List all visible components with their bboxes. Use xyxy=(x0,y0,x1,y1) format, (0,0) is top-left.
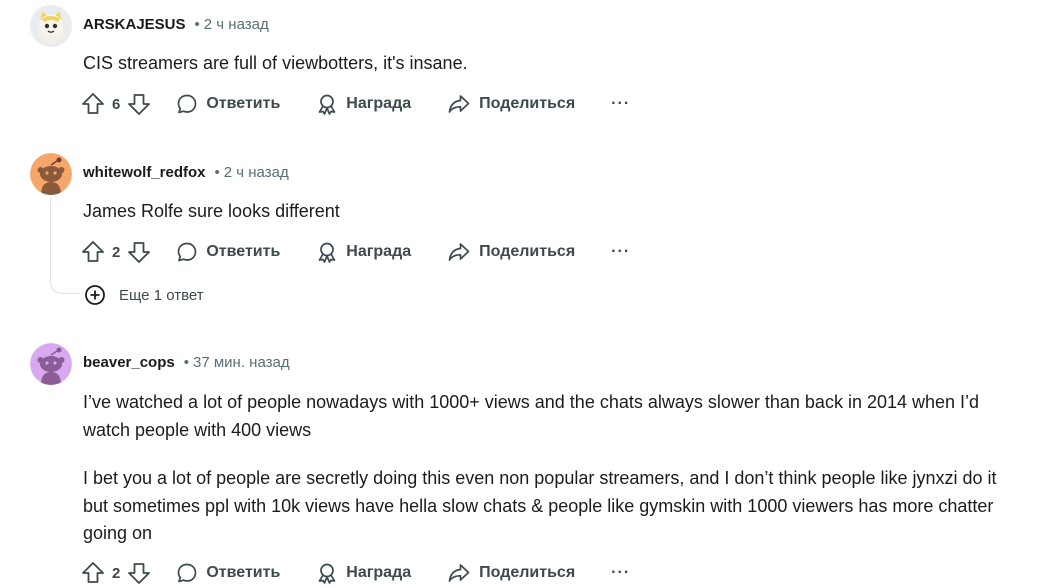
award-button[interactable]: Награда xyxy=(316,562,411,584)
comment-paragraph: James Rolfe sure looks different xyxy=(83,201,340,221)
avatar[interactable] xyxy=(30,153,72,195)
vote-group: 6 xyxy=(80,91,152,117)
comment-meta: beaver_cops • 37 мин. назад xyxy=(83,353,290,373)
downvote-arrow-icon[interactable] xyxy=(126,560,152,586)
downvote-arrow-icon[interactable] xyxy=(126,239,152,265)
reply-label: Ответить xyxy=(206,564,281,581)
reply-label: Ответить xyxy=(206,243,281,260)
speech-bubble-icon xyxy=(177,94,197,114)
comment-body: I’ve watched a lot of people nowadays wi… xyxy=(83,389,1023,548)
share-label: Поделиться xyxy=(479,243,576,260)
share-button[interactable]: Поделиться xyxy=(447,93,575,115)
award-ribbon-icon xyxy=(318,242,336,263)
vote-count: 2 xyxy=(112,564,121,582)
award-button[interactable]: Награда xyxy=(316,93,411,115)
award-ribbon-icon xyxy=(318,94,336,115)
comment-body: James Rolfe sure looks different xyxy=(83,198,1023,226)
award-button[interactable]: Награда xyxy=(316,241,411,263)
comment-meta: ARSKAJESUS • 2 ч назад xyxy=(83,15,269,35)
plus-circle-icon xyxy=(85,285,105,305)
more-options-button[interactable]: ··· xyxy=(611,243,630,261)
speech-bubble-icon xyxy=(177,242,197,262)
award-label: Награда xyxy=(346,95,412,112)
snoo-cat-avatar-icon xyxy=(30,5,72,47)
share-button[interactable]: Поделиться xyxy=(447,241,575,263)
speech-bubble-icon xyxy=(177,563,197,583)
separator-dot: • xyxy=(214,164,220,181)
more-replies-button[interactable]: Еще 1 ответ xyxy=(84,284,204,306)
reply-label: Ответить xyxy=(206,95,281,112)
upvote-arrow-icon[interactable] xyxy=(80,560,106,586)
comment-actions: 2 Ответить Награда Поделиться ··· xyxy=(80,559,630,587)
share-arrow-icon xyxy=(448,95,470,113)
vote-group: 2 xyxy=(80,239,152,265)
reply-button[interactable]: Ответить xyxy=(176,562,280,584)
reply-button[interactable]: Ответить xyxy=(176,241,280,263)
timestamp[interactable]: 2 ч назад xyxy=(224,164,289,181)
award-label: Награда xyxy=(346,564,412,581)
share-label: Поделиться xyxy=(479,564,576,581)
share-arrow-icon xyxy=(448,243,470,261)
author-name[interactable]: beaver_cops xyxy=(83,354,175,371)
share-label: Поделиться xyxy=(479,95,576,112)
author-name[interactable]: whitewolf_redfox xyxy=(83,164,206,181)
comment-body: CIS streamers are full of viewbotters, i… xyxy=(83,50,1023,78)
comment-actions: 6 Ответить Награда Поделиться ··· xyxy=(80,90,630,118)
more-options-button[interactable]: ··· xyxy=(611,95,630,113)
upvote-arrow-icon[interactable] xyxy=(80,239,106,265)
vote-count: 2 xyxy=(112,243,121,261)
comment-paragraph: I’ve watched a lot of people nowadays wi… xyxy=(83,392,980,440)
comment-paragraph: CIS streamers are full of viewbotters, i… xyxy=(83,53,468,73)
award-ribbon-icon xyxy=(318,563,336,584)
share-arrow-icon xyxy=(448,564,470,582)
more-replies-label: Еще 1 ответ xyxy=(119,286,204,304)
thread-connector xyxy=(50,280,80,294)
more-options-button[interactable]: ··· xyxy=(611,564,630,582)
upvote-arrow-icon[interactable] xyxy=(80,91,106,117)
reply-button[interactable]: Ответить xyxy=(176,93,280,115)
author-name[interactable]: ARSKAJESUS xyxy=(83,16,186,33)
snoo-avatar-icon xyxy=(30,153,72,195)
vote-count: 6 xyxy=(112,95,121,113)
share-button[interactable]: Поделиться xyxy=(447,562,575,584)
separator-dot: • xyxy=(194,16,200,33)
comment-meta: whitewolf_redfox • 2 ч назад xyxy=(83,163,289,183)
separator-dot: • xyxy=(183,354,189,371)
comment-paragraph: I bet you a lot of people are secretly d… xyxy=(83,468,997,543)
downvote-arrow-icon[interactable] xyxy=(126,91,152,117)
thread-line[interactable] xyxy=(50,198,51,280)
vote-group: 2 xyxy=(80,560,152,586)
timestamp[interactable]: 2 ч назад xyxy=(204,16,269,33)
avatar[interactable] xyxy=(30,343,72,385)
snoo-avatar-icon xyxy=(30,343,72,385)
award-label: Награда xyxy=(346,243,412,260)
comment-actions: 2 Ответить Награда Поделиться ··· xyxy=(80,238,630,266)
avatar[interactable] xyxy=(30,5,72,47)
timestamp[interactable]: 37 мин. назад xyxy=(193,354,290,371)
